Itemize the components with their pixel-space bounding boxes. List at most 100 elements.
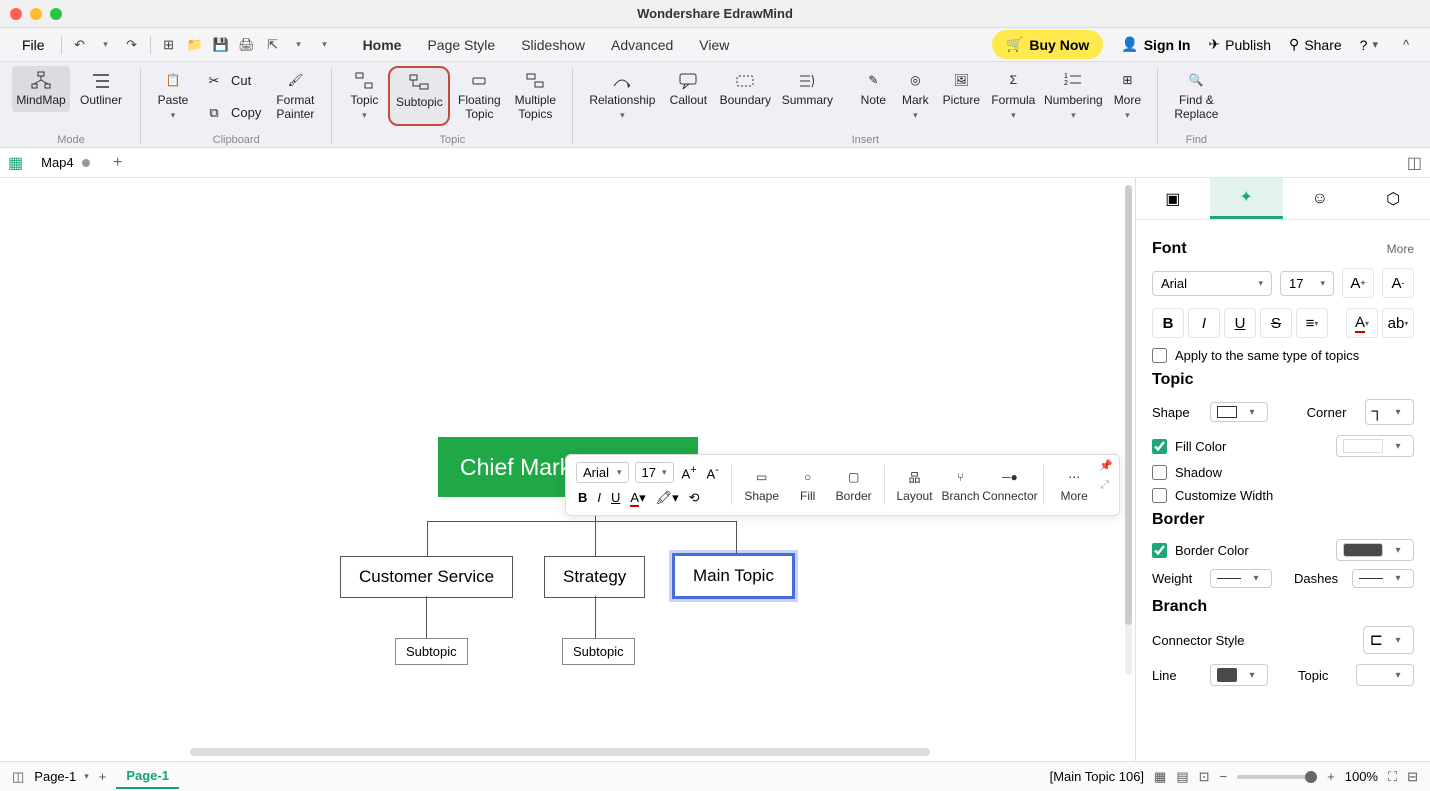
dashes-select[interactable]: ▾	[1352, 569, 1414, 588]
summary-button[interactable]: Summary	[777, 66, 837, 124]
mini-branch-button[interactable]: ⑂Branch	[941, 467, 981, 503]
view-mode-2-button[interactable]: ▤	[1176, 769, 1188, 785]
formula-button[interactable]: Σ Formula ▾	[987, 66, 1039, 124]
side-tab-icon[interactable]: ☺	[1283, 178, 1357, 219]
mini-fill-button[interactable]: ○Fill	[788, 467, 828, 503]
corner-select[interactable]: ┐▾	[1365, 399, 1414, 425]
apply-same-type-checkbox[interactable]	[1152, 348, 1167, 363]
font-size-select[interactable]: 17▾	[1280, 271, 1334, 296]
topic-button[interactable]: Topic ▾	[342, 66, 386, 126]
mini-increase-font[interactable]: A+	[680, 462, 699, 483]
tab-page-style[interactable]: Page Style	[423, 31, 499, 59]
subtopic-node-2[interactable]: Subtopic	[562, 638, 635, 665]
print-button[interactable]: 🖨	[237, 35, 257, 55]
topic-node-customer-service[interactable]: Customer Service	[340, 556, 513, 598]
format-painter-button[interactable]: 🖌 Format Painter	[269, 66, 321, 128]
vertical-scrollbar[interactable]	[1125, 185, 1132, 675]
page-selector[interactable]: Page-1	[34, 769, 76, 784]
add-page-button[interactable]: +	[99, 769, 107, 784]
align-button[interactable]: ≡▾	[1296, 308, 1328, 338]
new-button[interactable]: ⊞	[159, 35, 179, 55]
insert-more-button[interactable]: ⊞ More ▾	[1107, 66, 1147, 124]
border-color-select[interactable]: ▾	[1336, 539, 1414, 561]
add-tab-button[interactable]: +	[108, 153, 128, 173]
shape-select[interactable]: ▾	[1210, 402, 1268, 422]
mini-highlight-button[interactable]: 🖍▾	[654, 488, 681, 508]
subtopic-button[interactable]: Subtopic	[388, 66, 450, 126]
numbering-button[interactable]: 12 Numbering ▾	[1041, 66, 1105, 124]
decrease-font-button[interactable]: A-	[1382, 268, 1414, 298]
mini-font-select[interactable]: Arial▾	[576, 462, 629, 483]
side-tab-layout[interactable]: ▣	[1136, 178, 1210, 219]
page-tab[interactable]: Page-1	[116, 764, 179, 789]
subtopic-node-1[interactable]: Subtopic	[395, 638, 468, 665]
mini-expand-icon[interactable]: ⤢	[1100, 479, 1109, 492]
mini-decrease-font[interactable]: A-	[705, 462, 721, 483]
undo-button[interactable]: ↶	[70, 35, 90, 55]
side-tab-style[interactable]: ✦	[1210, 178, 1284, 219]
fit-page-button[interactable]: ⊡	[1199, 769, 1210, 785]
mini-clearformat-button[interactable]: ⟲	[687, 488, 702, 508]
copy-button[interactable]: ⧉ Copy	[197, 98, 267, 128]
save-button[interactable]: 💾	[211, 35, 231, 55]
redo-button[interactable]: ↷	[122, 35, 142, 55]
floating-topic-button[interactable]: Floating Topic	[452, 66, 506, 126]
canvas-area[interactable]: Chief Mark Customer Service Strategy Mai…	[0, 178, 1135, 761]
border-color-checkbox[interactable]	[1152, 543, 1167, 558]
find-replace-button[interactable]: 🔍 Find & Replace	[1168, 66, 1224, 126]
undo-dropdown[interactable]: ▾	[96, 35, 116, 55]
shadow-checkbox[interactable]	[1152, 465, 1167, 480]
mindmap-mode-button[interactable]: MindMap	[12, 66, 70, 112]
collapse-ribbon-button[interactable]: ^	[1396, 35, 1416, 55]
close-window-button[interactable]	[10, 8, 22, 20]
paste-button[interactable]: 📋 Paste ▾	[151, 66, 195, 128]
share-button[interactable]: ⚲ Share	[1289, 36, 1342, 53]
pin-icon[interactable]: 📌	[1099, 459, 1113, 472]
outline-toggle-button[interactable]: ◫	[12, 769, 24, 785]
mini-border-button[interactable]: ▢Border	[834, 467, 874, 503]
fullscreen-button[interactable]: ⛶	[1388, 769, 1397, 785]
mini-bold-button[interactable]: B	[576, 488, 589, 507]
outliner-mode-button[interactable]: Outliner	[72, 66, 130, 112]
tab-advanced[interactable]: Advanced	[607, 31, 677, 59]
mini-more-button[interactable]: ⋯More	[1054, 467, 1094, 503]
italic-button[interactable]: I	[1188, 308, 1220, 338]
mini-shape-button[interactable]: ▭Shape	[742, 467, 782, 503]
fill-color-checkbox[interactable]	[1152, 439, 1167, 454]
multiple-topics-button[interactable]: Multiple Topics	[508, 66, 562, 126]
cut-button[interactable]: ✂ Cut	[197, 66, 267, 96]
note-button[interactable]: ✎ Note	[853, 66, 893, 124]
buy-now-button[interactable]: 🛒 Buy Now	[992, 30, 1103, 59]
minimize-window-button[interactable]	[30, 8, 42, 20]
topic-node-main-topic[interactable]: Main Topic	[672, 553, 795, 599]
mini-connector-button[interactable]: ─●Connector	[987, 467, 1034, 503]
increase-font-button[interactable]: A+	[1342, 268, 1374, 298]
mini-fontcolor-button[interactable]: A▾	[628, 488, 647, 508]
tab-home[interactable]: Home	[359, 31, 406, 59]
mini-italic-button[interactable]: I	[595, 488, 603, 507]
mini-layout-button[interactable]: 品Layout	[895, 467, 935, 503]
publish-button[interactable]: ✈ Publish	[1208, 36, 1271, 53]
tab-slideshow[interactable]: Slideshow	[517, 31, 589, 59]
document-tab[interactable]: Map4	[33, 151, 98, 174]
zoom-in-button[interactable]: +	[1327, 769, 1335, 784]
callout-button[interactable]: Callout	[663, 66, 713, 124]
branch-topic-select[interactable]: ▾	[1356, 664, 1414, 686]
underline-button[interactable]: U	[1224, 308, 1256, 338]
mini-underline-button[interactable]: U	[609, 488, 622, 507]
side-tab-clipart[interactable]: ⬡	[1357, 178, 1430, 219]
mark-button[interactable]: ◎ Mark ▾	[895, 66, 935, 124]
page-dropdown[interactable]: ▾	[84, 771, 89, 782]
fill-color-select[interactable]: ▾	[1336, 435, 1414, 457]
mini-fontsize-select[interactable]: 17▾	[635, 462, 674, 483]
horizontal-scrollbar[interactable]	[190, 748, 930, 756]
help-dropdown[interactable]: ? ▾	[1360, 37, 1378, 53]
tab-view[interactable]: View	[695, 31, 733, 59]
zoom-slider[interactable]	[1237, 775, 1317, 779]
boundary-button[interactable]: Boundary	[715, 66, 775, 124]
export-button[interactable]: ⇱	[263, 35, 283, 55]
maximize-window-button[interactable]	[50, 8, 62, 20]
file-menu[interactable]: File	[14, 33, 53, 57]
bold-button[interactable]: B	[1152, 308, 1184, 338]
relationship-button[interactable]: Relationship ▾	[583, 66, 661, 124]
